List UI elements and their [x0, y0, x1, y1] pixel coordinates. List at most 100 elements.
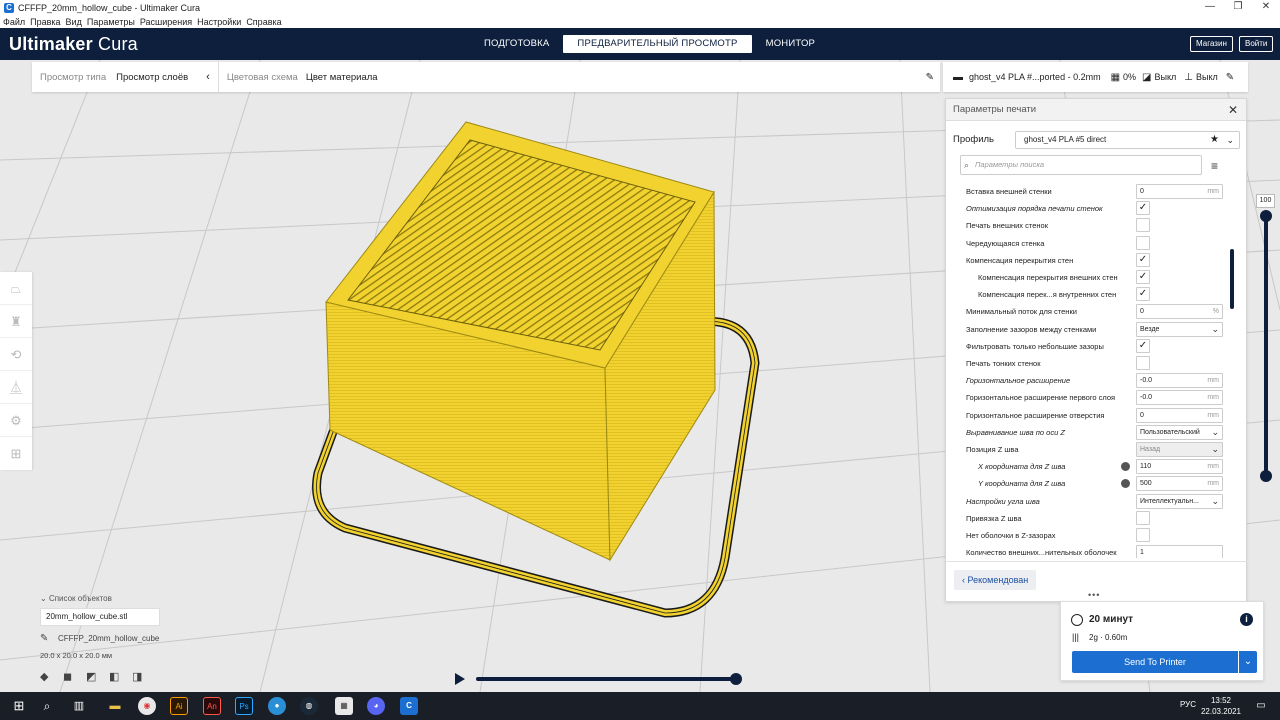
input-language[interactable]: РУС [1180, 700, 1196, 709]
resize-handle-icon[interactable]: ••• [1088, 590, 1100, 600]
view-left-icon[interactable]: ◧ [109, 670, 132, 683]
setting-dropdown[interactable]: Везде ⌄ [1136, 321, 1223, 337]
play-icon[interactable] [455, 673, 465, 685]
pencil-icon[interactable]: ✎ [1226, 72, 1234, 83]
setting-checkbox[interactable]: ✓ [1136, 338, 1150, 353]
windows-start-icon[interactable]: ⊞ [10, 697, 28, 715]
signin-button[interactable]: Войти [1239, 36, 1274, 52]
path-slider-handle[interactable] [730, 673, 742, 685]
profile-summary[interactable]: ghost_v4 PLA #...ported - 0.2mm [969, 72, 1101, 82]
object-list-title: Список объектов [48, 594, 112, 603]
clock[interactable]: 13:52 22.03.2021 [1200, 695, 1242, 717]
menu-help[interactable]: Справка [246, 16, 281, 28]
layer-slider-bottom-handle[interactable] [1260, 470, 1272, 482]
photoshop-icon[interactable]: Ps [235, 697, 253, 715]
setting-checkbox[interactable]: ✓ [1136, 270, 1150, 284]
per-model-settings-icon[interactable]: ⚙ [0, 404, 32, 437]
profile-select[interactable]: ghost_v4 PLA #5 direct ★ ⌄ [1015, 131, 1240, 149]
mirror-tool-icon[interactable]: ⏅ [0, 371, 32, 404]
settings-menu-icon[interactable]: ≡ [1211, 159, 1218, 173]
search-icon[interactable]: ⌕ [38, 697, 56, 715]
layer-slider-top-handle[interactable] [1260, 210, 1272, 222]
setting-input[interactable]: 0% [1136, 304, 1223, 320]
cura-taskbar-icon[interactable]: C [400, 697, 418, 715]
maximize-button[interactable]: ❐ [1224, 0, 1252, 14]
menu-extensions[interactable]: Расширения [140, 16, 192, 28]
settings-list[interactable]: Вставка внешней стенки 0 mm Оптимизация пор… [946, 183, 1248, 558]
layer-value[interactable]: 100 [1256, 194, 1275, 208]
setting-input[interactable]: 1 [1136, 545, 1223, 558]
scale-tool-icon[interactable]: ♜ [0, 305, 32, 338]
setting-input[interactable]: 0 mm [1136, 407, 1223, 423]
menu-settings[interactable]: Параметры [87, 16, 135, 28]
setting-checkbox[interactable]: ✓ [1136, 287, 1150, 302]
send-to-printer-button[interactable]: Send To Printer [1072, 651, 1238, 673]
file-explorer-icon[interactable]: ▬ [106, 697, 124, 715]
illustrator-icon[interactable]: Ai [170, 697, 188, 715]
layer-slider-track[interactable] [1264, 214, 1268, 476]
menu-file[interactable]: Файл [3, 16, 25, 28]
view-top-icon[interactable]: ◩ [86, 670, 109, 683]
color-scheme-select[interactable]: Цвет материала [306, 72, 378, 83]
discord-icon[interactable]: ◕ [367, 697, 385, 715]
task-view-icon[interactable]: ▥ [70, 697, 88, 715]
pencil-icon[interactable]: ✎ [926, 72, 934, 83]
tab-prepare[interactable]: ПОДГОТОВКА [470, 35, 563, 53]
close-window-button[interactable]: ✕ [1252, 0, 1280, 14]
browser-icon[interactable]: ● [268, 697, 286, 715]
setting-checkbox[interactable]: ✓ [1136, 201, 1150, 216]
checkmark-icon: ✓ [1138, 339, 1148, 351]
close-icon[interactable]: ✕ [1228, 99, 1238, 121]
setting-label: Позиция Z шва [966, 445, 1019, 454]
tab-monitor[interactable]: МОНИТОР [752, 35, 830, 53]
notification-icon[interactable]: ▭ [1252, 697, 1270, 715]
setting-checkbox[interactable] [1136, 218, 1150, 233]
linked-setting-icon[interactable] [1121, 462, 1130, 472]
marketplace-button[interactable]: Магазин [1190, 36, 1233, 52]
setting-input[interactable]: 0 mm [1136, 184, 1223, 199]
setting-checkbox[interactable] [1136, 235, 1150, 250]
animate-icon[interactable]: An [203, 697, 221, 715]
menu-edit[interactable]: Правка [30, 16, 60, 28]
search-input[interactable]: ⌕ Параметры поиска [960, 155, 1202, 175]
setting-checkbox[interactable]: ✓ [1136, 252, 1150, 267]
setting-checkbox[interactable] [1136, 528, 1150, 542]
rotate-tool-icon[interactable]: ⟲ [0, 338, 32, 371]
tab-preview[interactable]: ПРЕДВАРИТЕЛЬНЫЙ ПРОСМОТР [563, 35, 752, 53]
setting-value: -0.0 [1140, 377, 1153, 385]
view-right-icon[interactable]: ◨ [132, 670, 155, 683]
path-slider-track[interactable] [476, 677, 736, 681]
setting-input[interactable]: -0.0 mm [1136, 373, 1223, 389]
setting-checkbox[interactable] [1136, 510, 1150, 525]
setting-dropdown[interactable]: Интеллектуальн... ⌄ [1136, 493, 1223, 509]
print-setup-bar[interactable]: ▬ ghost_v4 PLA #...ported - 0.2mm ▦ 0% ◪… [943, 62, 1248, 92]
setting-input[interactable]: 500 mm [1136, 476, 1223, 492]
view-type-select[interactable]: Просмотр слоёв [116, 72, 188, 83]
calculator-icon[interactable]: ▦ [335, 697, 353, 715]
setting-checkbox[interactable] [1136, 356, 1150, 370]
setting-input[interactable]: 110 mm [1136, 459, 1223, 475]
recommended-button[interactable]: ‹ Рекомендован [954, 570, 1037, 590]
minimize-button[interactable]: — [1196, 0, 1224, 14]
steam-icon[interactable]: ◍ [300, 697, 318, 715]
setting-input[interactable]: -0.0 mm [1136, 390, 1223, 406]
star-icon[interactable]: ★ [1210, 132, 1219, 148]
setting-dropdown[interactable]: Пользовательский ⌄ [1136, 424, 1223, 440]
view-3d-icon[interactable]: ◆ [40, 670, 63, 683]
chrome-icon[interactable]: ◉ [138, 697, 156, 715]
view-front-icon[interactable]: ◼ [63, 670, 86, 683]
move-tool-icon[interactable]: ⏢ [0, 272, 32, 305]
object-file-item[interactable]: 20mm_hollow_cube.stl [40, 608, 160, 626]
object-list-header[interactable]: ⌄ Список объектов [40, 594, 112, 603]
linked-setting-icon[interactable] [1121, 479, 1130, 489]
panel-scrollbar[interactable] [1230, 249, 1234, 309]
menu-preferences[interactable]: Настройки [197, 16, 241, 28]
edit-name-icon[interactable]: ✎ [40, 633, 48, 644]
support-blocker-icon[interactable]: ⊞ [0, 437, 32, 470]
setting-dropdown[interactable]: Назад ⌄ [1136, 442, 1223, 457]
collapse-chevron-icon[interactable]: ‹ [206, 71, 210, 83]
info-icon[interactable]: i [1240, 613, 1253, 626]
chevron-down-icon[interactable]: ⌄ [1239, 651, 1257, 673]
menu-view[interactable]: Вид [66, 16, 82, 28]
setting-row: Оптимизация порядка печати стенок ✓ [946, 200, 1236, 217]
